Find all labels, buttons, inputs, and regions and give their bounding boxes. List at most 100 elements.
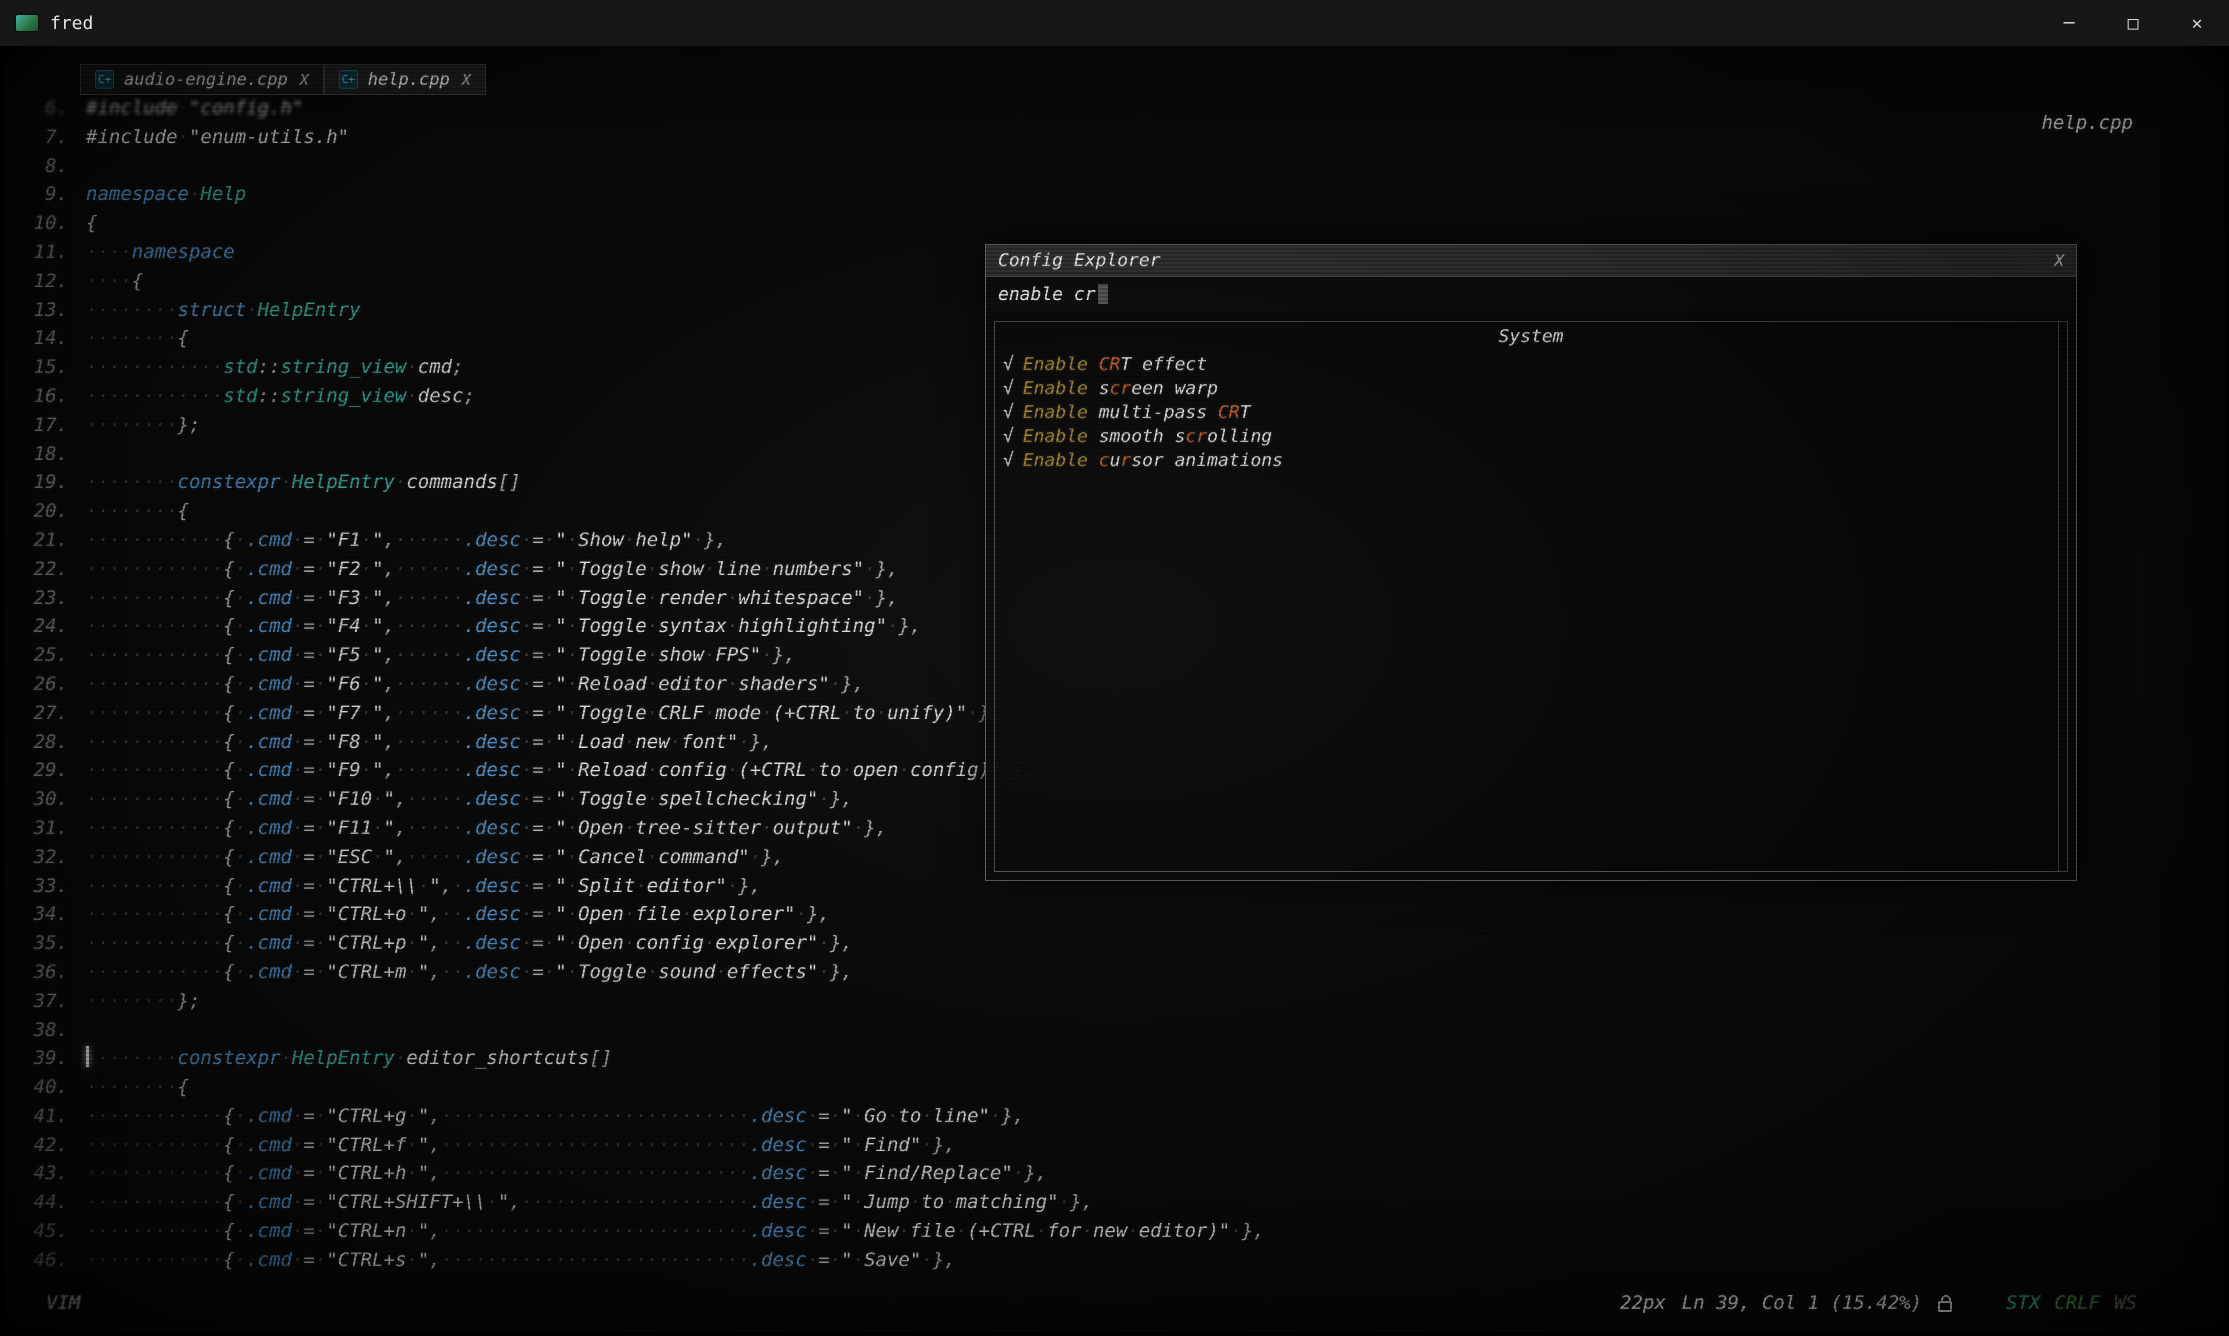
whitespace-dots: ·	[292, 1191, 303, 1213]
checkbox-checked-icon[interactable]: √	[1003, 402, 1014, 423]
tab-close-icon[interactable]: X	[300, 71, 309, 89]
code-line[interactable]: 45.············{·.cmd·=·"CTRL+n·",······…	[24, 1217, 2225, 1246]
code-token: []	[589, 1047, 612, 1069]
code-token: spellchecking"	[658, 788, 818, 810]
config-item[interactable]: √Enable multi-pass CRT	[1003, 400, 2059, 424]
tab-close-icon[interactable]: X	[462, 71, 471, 89]
whitespace-dots: ·	[567, 558, 578, 580]
code-line[interactable]: 46.············{·.cmd·=·"CTRL+s·",······…	[24, 1246, 2225, 1275]
code-line[interactable]: 34.············{·.cmd·=·"CTRL+o·",··.des…	[24, 900, 2225, 929]
config-item[interactable]: √Enable smooth scrolling	[1003, 424, 2059, 448]
close-button[interactable]: ✕	[2165, 0, 2229, 46]
popup-close-button[interactable]: X	[2054, 251, 2064, 270]
checkbox-checked-icon[interactable]: √	[1003, 378, 1014, 399]
whitespace-dots: ·	[544, 846, 555, 868]
code-token: to	[921, 1191, 944, 1213]
config-search-input[interactable]: enable cr	[986, 277, 2076, 311]
code-token: {	[223, 1134, 234, 1156]
config-item[interactable]: √Enable CRT effect	[1003, 352, 2059, 376]
code-line[interactable]: 41.············{·.cmd·=·"CTRL+g·",······…	[24, 1102, 2225, 1131]
code-token: FPS"	[715, 644, 761, 666]
code-token: {	[223, 615, 234, 637]
config-item[interactable]: √Enable cursor animations	[1003, 448, 2059, 472]
code-token: .desc	[464, 673, 521, 695]
whitespace-dots: ············	[86, 932, 223, 954]
whitespace-dots: ············	[86, 875, 223, 897]
code-token: "CTRL+SHIFT+\\	[326, 1191, 486, 1213]
code-line[interactable]: 36.············{·.cmd·=·"CTRL+m·",··.des…	[24, 958, 2225, 987]
code-line[interactable]: 6.#include·"config.h"	[24, 94, 2225, 123]
code-token: []	[498, 471, 521, 493]
code-token: "F5	[326, 644, 360, 666]
whitespace-dots: ·	[567, 529, 578, 551]
code-line[interactable]: 9.namespace·Help	[24, 180, 2225, 209]
code-line[interactable]: 39.········constexpr·HelpEntry·editor_sh…	[24, 1044, 2225, 1073]
crlf-flag[interactable]: CRLF	[2054, 1292, 2100, 1314]
window-title: fred	[50, 13, 93, 34]
code-token: "	[841, 1162, 852, 1184]
code-token: tree-sitter	[635, 817, 761, 839]
whitespace-dots: ··	[441, 961, 464, 983]
whitespace-flag[interactable]: WS	[2114, 1292, 2137, 1314]
code-token: "CTRL+m	[326, 961, 406, 983]
config-item-text: Enable	[1023, 378, 1088, 399]
maximize-button[interactable]: □	[2101, 0, 2165, 46]
code-line[interactable]: 38.	[24, 1016, 2225, 1045]
popup-scrollbar[interactable]	[2058, 322, 2059, 871]
whitespace-dots: ·	[292, 788, 303, 810]
code-line[interactable]: 42.············{·.cmd·=·"CTRL+f·",······…	[24, 1131, 2225, 1160]
code-line[interactable]: 40.········{	[24, 1073, 2225, 1102]
checkbox-checked-icon[interactable]: √	[1003, 354, 1014, 375]
code-token: numbers"	[773, 558, 865, 580]
popup-titlebar[interactable]: Config Explorer X	[986, 245, 2076, 277]
code-line[interactable]: 8.	[24, 152, 2225, 181]
code-line[interactable]: 10.{	[24, 209, 2225, 238]
whitespace-dots: ·	[315, 875, 326, 897]
whitespace-dots: ······	[395, 673, 464, 695]
config-item[interactable]: √Enable screen warp	[1003, 376, 2059, 400]
code-token: HelpEntry	[292, 1047, 395, 1069]
whitespace-dots: ·	[521, 558, 532, 580]
whitespace-dots: ·	[544, 788, 555, 810]
code-token: "	[418, 1162, 429, 1184]
code-token: "	[384, 846, 395, 868]
code-token: =	[303, 759, 314, 781]
whitespace-dots: ·	[521, 702, 532, 724]
code-line[interactable]: 44.············{·.cmd·=·"CTRL+SHIFT+\\·"…	[24, 1188, 2225, 1217]
code-token: unify)"	[887, 702, 967, 724]
whitespace-dots: ·	[647, 644, 658, 666]
syntax-flag[interactable]: STX	[2006, 1292, 2040, 1314]
code-line[interactable]: 7.#include·"enum-utils.h"	[24, 123, 2225, 152]
whitespace-dots: ·	[818, 788, 829, 810]
whitespace-dots: ···························	[441, 1249, 750, 1271]
code-token: "	[372, 615, 383, 637]
code-line[interactable]: 37.········};	[24, 987, 2225, 1016]
code-token: ,	[429, 1105, 440, 1127]
whitespace-dots: ·	[315, 587, 326, 609]
popup-title: Config Explorer	[998, 250, 1161, 271]
tab-audio-engine-cpp[interactable]: C+ audio-engine.cpp X	[80, 64, 324, 95]
code-token: Toggle	[578, 587, 647, 609]
code-token: #include	[86, 97, 178, 119]
whitespace-dots: ············	[86, 1134, 223, 1156]
whitespace-dots: ············	[86, 903, 223, 925]
checkbox-checked-icon[interactable]: √	[1003, 426, 1014, 447]
checkbox-checked-icon[interactable]: √	[1003, 450, 1014, 471]
whitespace-dots: ············	[86, 615, 223, 637]
minimize-button[interactable]: ─	[2037, 0, 2101, 46]
code-line[interactable]: 35.············{·.cmd·=·"CTRL+p·",··.des…	[24, 929, 2225, 958]
whitespace-dots: ············	[86, 731, 223, 753]
tab-help-cpp[interactable]: C+ help.cpp X	[324, 64, 486, 95]
window-titlebar[interactable]: fred ─ □ ✕	[0, 0, 2229, 46]
code-token: Reload	[578, 759, 647, 781]
code-token: },	[830, 932, 853, 954]
code-line[interactable]: 43.············{·.cmd·=·"CTRL+h·",······…	[24, 1159, 2225, 1188]
code-token: show	[658, 644, 704, 666]
whitespace-dots: ·	[235, 1105, 246, 1127]
whitespace-dots: ···························	[441, 1134, 750, 1156]
code-token: },	[761, 846, 784, 868]
code-token: {	[223, 644, 234, 666]
code-token: to	[818, 759, 841, 781]
config-explorer-popup: Config Explorer X enable cr System √Enab…	[985, 244, 2077, 881]
code-token: .desc	[750, 1220, 807, 1242]
